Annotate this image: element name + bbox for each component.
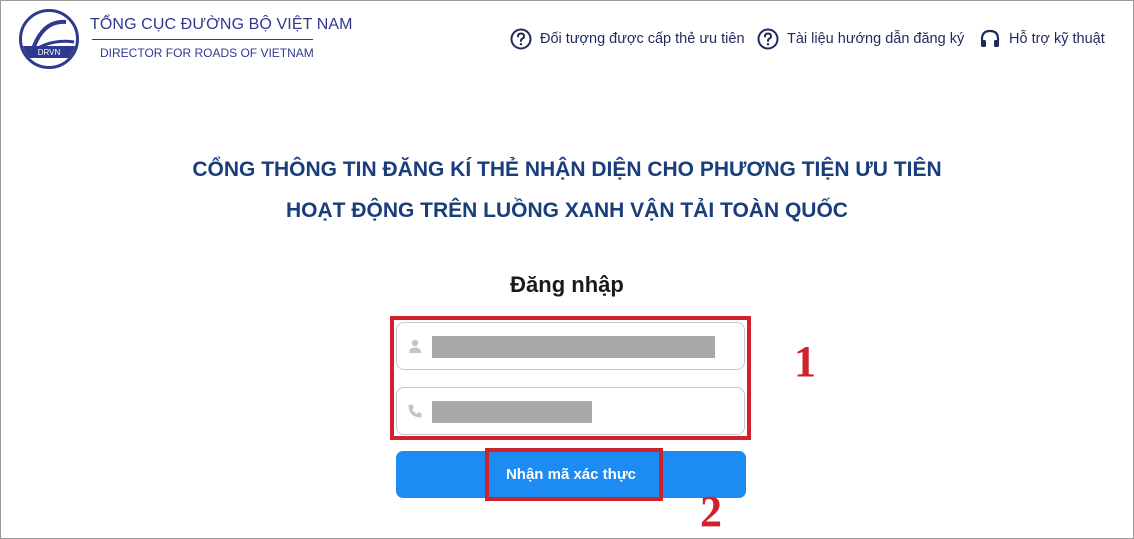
login-heading: Đăng nhập bbox=[510, 272, 624, 297]
nav-link-label: Đối tượng được cấp thẻ ưu tiên bbox=[540, 31, 745, 47]
annotation-label-2: 2 bbox=[700, 487, 722, 536]
drvn-logo[interactable]: DRVN bbox=[19, 9, 79, 69]
org-name: TỔNG CỤC ĐƯỜNG BỘ VIỆT NAM bbox=[90, 16, 353, 33]
question-circle-icon bbox=[510, 28, 532, 50]
org-subtitle: DIRECTOR FOR ROADS OF VIETNAM bbox=[100, 46, 314, 60]
logo-text: DRVN bbox=[38, 48, 61, 57]
annotation-label-1: 1 bbox=[794, 337, 816, 386]
portal-title-line-1: CỔNG THÔNG TIN ĐĂNG KÍ THẺ NHẬN DIỆN CHO… bbox=[192, 158, 942, 181]
nav-link-tech-support[interactable]: Hỗ trợ kỹ thuật bbox=[979, 28, 1105, 50]
org-divider bbox=[92, 39, 313, 40]
nav-link-registration-guide[interactable]: Tài liệu hướng dẫn đăng ký bbox=[757, 28, 964, 50]
annotation-box-button bbox=[485, 448, 663, 501]
portal-title-line-2: HOẠT ĐỘNG TRÊN LUỒNG XANH VẬN TẢI TOÀN Q… bbox=[286, 199, 848, 222]
question-circle-icon bbox=[757, 28, 779, 50]
nav-link-priority-eligibility[interactable]: Đối tượng được cấp thẻ ưu tiên bbox=[510, 28, 745, 50]
nav-link-label: Hỗ trợ kỹ thuật bbox=[1009, 31, 1105, 47]
annotation-box-inputs bbox=[390, 316, 751, 440]
headset-icon bbox=[979, 28, 1001, 50]
logo-mark-icon: DRVN bbox=[22, 19, 76, 58]
nav-link-label: Tài liệu hướng dẫn đăng ký bbox=[787, 31, 965, 47]
